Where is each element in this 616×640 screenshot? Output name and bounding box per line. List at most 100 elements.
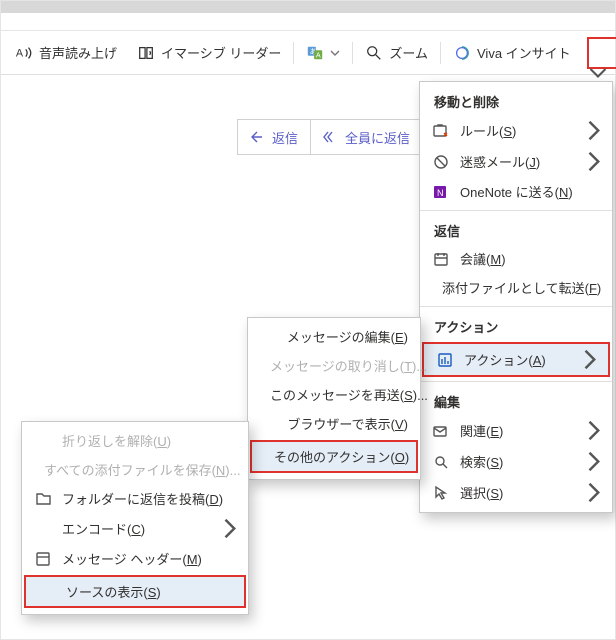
menu-item-message-header[interactable]: メッセージ ヘッダー(M)	[22, 544, 248, 573]
menu-item-meeting[interactable]: 会議(M)	[420, 244, 612, 273]
read-aloud-button[interactable]: A 音声読み上げ	[5, 37, 127, 68]
chevron-right-icon	[586, 482, 600, 503]
blank-icon	[260, 328, 277, 346]
svg-text:N: N	[437, 188, 444, 198]
menu-item-label: 会議(M)	[460, 249, 506, 268]
viva-insights-icon	[453, 44, 471, 62]
menu-item-label: メッセージの編集(E)	[287, 327, 408, 346]
translate-icon: あA	[306, 44, 324, 62]
chevron-right-icon	[222, 518, 236, 539]
menu-item-label: ルール(S)	[460, 121, 516, 140]
menu-item-encode[interactable]: エンコード(C)	[22, 513, 248, 544]
onenote-icon: N	[432, 183, 450, 201]
ribbon-collapse-chevron[interactable]	[589, 65, 607, 79]
menu-item-label: OneNote に送る(N)	[460, 182, 573, 201]
junk-icon	[432, 153, 450, 171]
highlight-actions: アクション(A)	[422, 342, 610, 377]
menu-item-view-source[interactable]: ソースの表示(S)	[26, 577, 244, 606]
menu-item-label: メッセージの取り消し(T)...	[270, 356, 427, 375]
chevron-right-icon	[586, 120, 600, 141]
more-menu: 移動と削除 ルール(S) 迷惑メール(J) N OneNote に送る(N) 返…	[419, 81, 613, 513]
blank-icon	[260, 415, 277, 433]
reply-all-button[interactable]: 全員に返信	[311, 120, 422, 154]
blank-icon	[38, 583, 56, 601]
menu-item-select[interactable]: 選択(S)	[420, 477, 612, 508]
blank-icon	[34, 520, 52, 538]
chevron-right-icon	[582, 349, 596, 370]
menu-item-view-browser[interactable]: ブラウザーで表示(V)	[248, 409, 420, 438]
menu-item-label: エンコード(C)	[62, 519, 145, 538]
zoom-icon	[365, 44, 383, 62]
menu-item-save-all-attachments: すべての添付ファイルを保存(N)...	[22, 455, 248, 484]
immersive-reader-icon	[137, 44, 155, 62]
menu-item-resend-message[interactable]: このメッセージを再送(S)...	[248, 380, 420, 409]
highlight-view-source: ソースの表示(S)	[24, 575, 246, 608]
viva-insights-label: Viva インサイト	[477, 43, 571, 62]
select-icon	[432, 484, 450, 502]
menu-item-label: 迷惑メール(J)	[460, 152, 540, 171]
section-reply: 返信	[420, 215, 612, 244]
meeting-icon	[432, 250, 450, 268]
chevron-down-icon	[330, 44, 340, 62]
other-actions-submenu: 折り返しを解除(U) すべての添付ファイルを保存(N)... フォルダーに返信を…	[21, 421, 249, 615]
reply-all-label: 全員に返信	[345, 128, 410, 147]
section-move-delete: 移動と削除	[420, 86, 612, 115]
actions-submenu: メッセージの編集(E) メッセージの取り消し(T)... このメッセージを再送(…	[247, 317, 421, 480]
highlight-other-actions: その他のアクション(O)	[250, 440, 418, 473]
menu-item-label: このメッセージを再送(S)...	[270, 385, 428, 404]
menu-item-post-reply-folder[interactable]: フォルダーに返信を投稿(D)	[22, 484, 248, 513]
menu-item-junk[interactable]: 迷惑メール(J)	[420, 146, 612, 177]
chevron-right-icon	[586, 420, 600, 441]
chevron-right-icon	[586, 151, 600, 172]
read-aloud-icon: A	[15, 44, 33, 62]
menu-item-forward-attachment[interactable]: 添付ファイルとして転送(F)	[420, 273, 612, 302]
menu-item-label: 関連(E)	[460, 421, 503, 440]
menu-item-edit-message[interactable]: メッセージの編集(E)	[248, 322, 420, 351]
menu-item-actions[interactable]: アクション(A)	[424, 344, 608, 375]
menu-item-other-actions[interactable]: その他のアクション(O)	[252, 442, 416, 471]
more-button[interactable]	[591, 41, 616, 65]
immersive-reader-button[interactable]: イマーシブ リーダー	[127, 37, 291, 68]
menu-item-label: すべての添付ファイルを保存(N)...	[44, 460, 240, 479]
menu-item-onenote[interactable]: N OneNote に送る(N)	[420, 177, 612, 206]
section-actions: アクション	[420, 311, 612, 340]
search-icon	[432, 453, 450, 471]
related-icon	[432, 422, 450, 440]
reply-label: 返信	[272, 128, 298, 147]
chevron-right-icon	[586, 451, 600, 472]
actions-icon	[436, 351, 454, 369]
menu-item-label: 選択(S)	[460, 483, 503, 502]
menu-item-label: 添付ファイルとして転送(F)	[442, 278, 601, 297]
post-reply-folder-icon	[34, 490, 52, 508]
viva-insights-button[interactable]: Viva インサイト	[443, 37, 581, 68]
svg-text:A: A	[16, 47, 24, 59]
menu-item-label: その他のアクション(O)	[274, 447, 409, 466]
read-aloud-label: 音声読み上げ	[39, 43, 117, 62]
immersive-reader-label: イマーシブ リーダー	[161, 43, 281, 62]
menu-item-label: 折り返しを解除(U)	[62, 431, 171, 450]
zoom-button[interactable]: ズーム	[355, 37, 438, 68]
menu-item-related[interactable]: 関連(E)	[420, 415, 612, 446]
menu-item-label: ブラウザーで表示(V)	[287, 414, 408, 433]
translate-button[interactable]: あA	[296, 38, 350, 68]
menu-item-label: ソースの表示(S)	[66, 582, 161, 601]
zoom-label: ズーム	[389, 43, 428, 62]
svg-text:A: A	[316, 50, 321, 59]
menu-item-rules[interactable]: ルール(S)	[420, 115, 612, 146]
menu-item-label: フォルダーに返信を投稿(D)	[62, 489, 223, 508]
menu-item-label: アクション(A)	[464, 350, 546, 369]
menu-item-label: メッセージ ヘッダー(M)	[62, 549, 202, 568]
ribbon-toolbar: A 音声読み上げ イマーシブ リーダー あA ズーム	[1, 31, 615, 75]
menu-item-search[interactable]: 検索(S)	[420, 446, 612, 477]
reply-bar: 返信 全員に返信	[237, 119, 423, 155]
section-edit: 編集	[420, 386, 612, 415]
message-header-icon	[34, 550, 52, 568]
highlight-more-button	[587, 37, 616, 69]
menu-item-unflag: 折り返しを解除(U)	[22, 426, 248, 455]
menu-item-recall-message: メッセージの取り消し(T)...	[248, 351, 420, 380]
reply-button[interactable]: 返信	[238, 120, 311, 154]
reply-icon	[250, 129, 266, 145]
reply-all-icon	[323, 129, 339, 145]
blank-icon	[34, 432, 52, 450]
rules-icon	[432, 122, 450, 140]
